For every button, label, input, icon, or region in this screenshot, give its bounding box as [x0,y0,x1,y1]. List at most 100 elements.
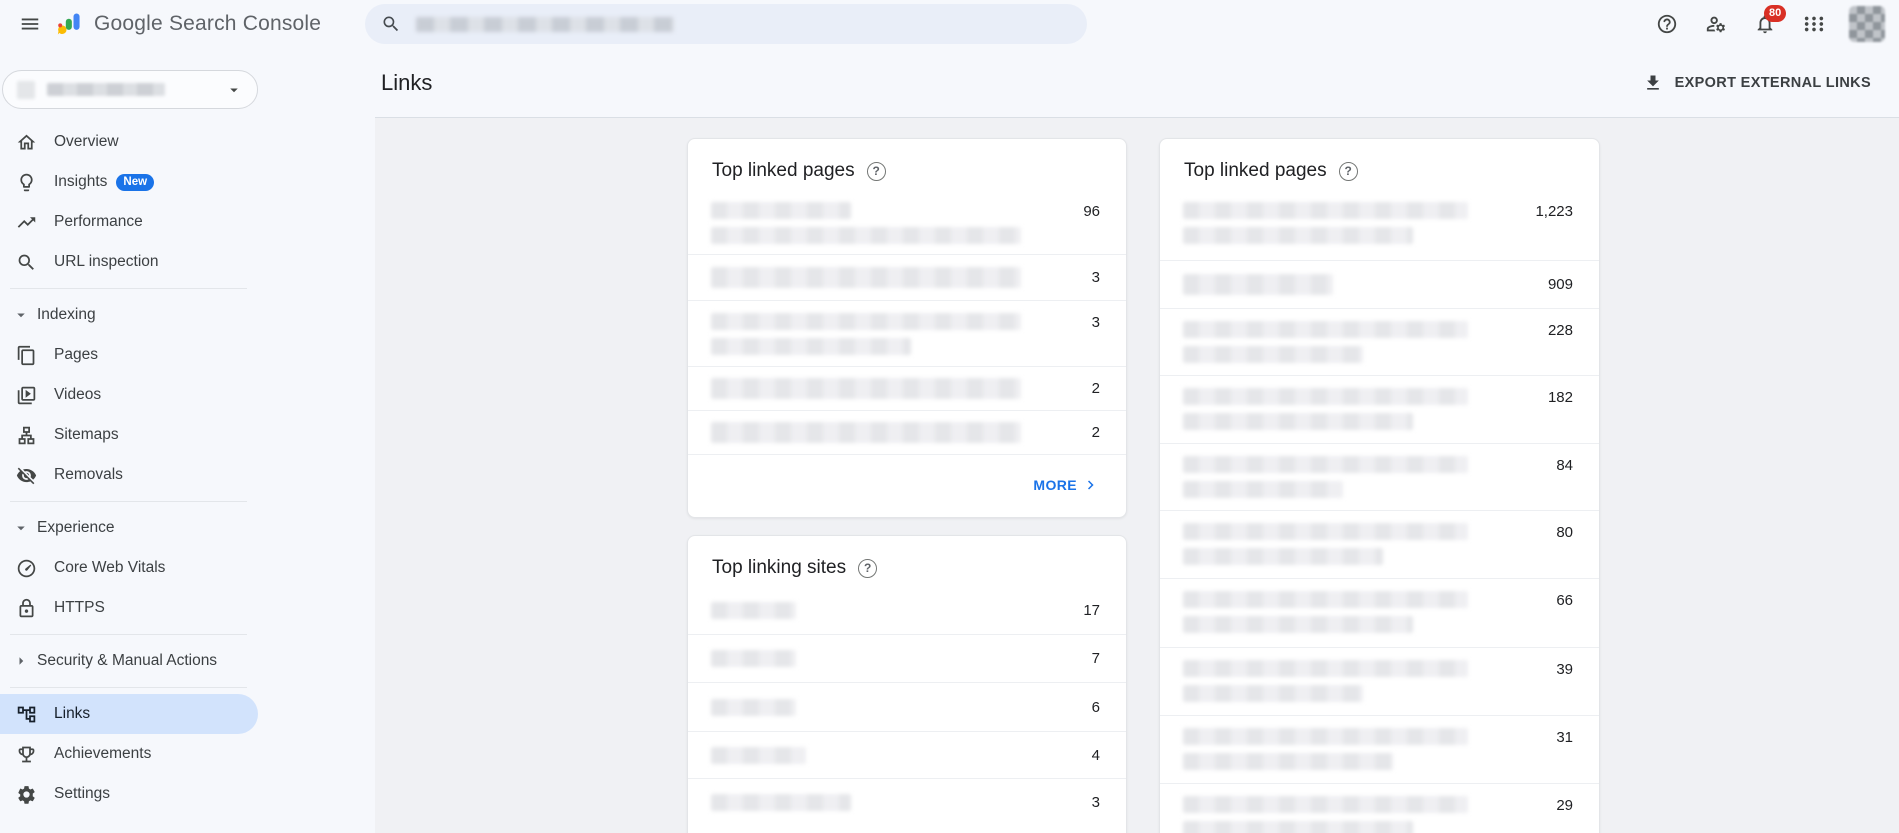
google-apps-button[interactable] [1794,4,1834,44]
sidebar-item-pages[interactable]: Pages [0,335,258,375]
account-avatar[interactable] [1849,6,1885,42]
hamburger-menu-button[interactable] [10,4,50,44]
redacted-url [711,313,1021,330]
redacted-url [1183,821,1413,833]
sidebar-divider [10,501,247,502]
table-row[interactable]: 17 [688,587,1126,634]
link-count: 182 [1547,389,1573,406]
redacted-url [1183,274,1333,295]
table-row[interactable]: 1,223 [1160,190,1599,260]
redacted-url [1183,227,1413,244]
speed-gauge-icon [17,559,36,577]
help-button[interactable] [1647,4,1687,44]
table-row[interactable]: 228 [1160,308,1599,375]
sidebar-section-experience[interactable]: Experience [0,508,258,548]
video-library-icon [17,386,36,404]
table-row[interactable]: 4 [688,731,1126,778]
redacted-property-icon [17,80,35,99]
links-tree-icon [17,706,36,722]
table-row[interactable]: 3 [688,254,1126,300]
sidebar-item-core-web-vitals[interactable]: Core Web Vitals [0,548,258,588]
redacted-url [1183,616,1413,633]
chevron-down-icon [17,313,25,318]
table-row[interactable]: 29 [1160,783,1599,833]
sidebar-section-security-manual-actions[interactable]: Security & Manual Actions [0,641,258,681]
table-row[interactable]: 909 [1160,260,1599,308]
table-row[interactable]: 31 [1160,715,1599,783]
link-count: 17 [1083,602,1100,619]
sidebar-item-settings[interactable]: Settings [0,774,258,814]
trophy-icon [18,746,35,762]
redacted-property-name [47,83,165,96]
redacted-url [1183,685,1363,702]
sidebar-item-videos[interactable]: Videos [0,375,258,415]
redacted-site [711,794,851,811]
card-top-linking-sites: Top linking sites ? 17 7 6 4 3 [687,535,1127,833]
notifications-button[interactable]: 80 [1745,4,1787,44]
lightbulb-icon [20,173,33,191]
top-linking-sites-table: 17 7 6 4 3 [688,587,1126,826]
link-count: 80 [1556,524,1573,541]
main-area: Links EXPORT EXTERNAL LINKS Top linked p… [375,48,1899,833]
user-settings-icon [1706,16,1726,33]
table-row[interactable]: 66 [1160,578,1599,647]
table-row[interactable]: 2 [688,410,1126,454]
table-row[interactable]: 182 [1160,375,1599,443]
link-count: 66 [1556,592,1573,609]
redacted-url [711,378,1021,399]
gsc-logo[interactable]: Google Search Console [56,10,321,38]
link-count: 7 [1091,650,1100,667]
help-icon [1657,14,1677,34]
table-row[interactable]: 6 [688,682,1126,731]
redacted-url [1183,388,1468,405]
sidebar-item-performance[interactable]: Performance [0,202,258,242]
link-count: 1,223 [1535,203,1573,220]
sidebar-item-links[interactable]: Links [0,694,258,734]
property-selector[interactable] [2,70,258,109]
more-button[interactable]: MORE [1023,468,1110,502]
link-count: 2 [1091,424,1100,441]
redacted-url [711,227,1021,244]
link-count: 3 [1091,794,1100,811]
table-row[interactable]: 7 [688,634,1126,682]
card-title: Top linked pages [1184,160,1327,181]
table-row[interactable]: 3 [688,778,1126,826]
lock-icon [19,598,34,617]
sidebar-item-url-inspection[interactable]: URL inspection [0,242,258,282]
help-icon[interactable]: ? [858,558,878,578]
table-row[interactable]: 80 [1160,510,1599,578]
link-count: 6 [1091,698,1100,716]
table-row[interactable]: 39 [1160,647,1599,715]
redacted-url [1183,753,1393,770]
help-icon[interactable]: ? [866,161,886,181]
apps-grid-icon [1804,16,1824,32]
sidebar-divider [10,687,247,688]
table-row[interactable]: 2 [688,366,1126,410]
redacted-url [1183,523,1468,540]
redacted-url [1183,413,1413,430]
help-icon[interactable]: ? [1338,161,1358,181]
sidebar-item-https[interactable]: HTTPS [0,588,258,628]
redacted-site [711,602,796,619]
sidebar-item-removals[interactable]: Removals [0,455,258,495]
redacted-url [711,422,1021,443]
sidebar-section-indexing[interactable]: Indexing [0,295,258,335]
export-external-links-button[interactable]: EXPORT EXTERNAL LINKS [1633,65,1881,101]
redacted-url [1183,456,1468,473]
table-row[interactable]: 84 [1160,443,1599,510]
manage-users-button[interactable] [1696,4,1736,44]
link-count: 84 [1556,457,1573,474]
chevron-right-icon [19,657,24,665]
sidebar-nav: Overview Insights New Performance URL in… [0,122,258,814]
card-title: Top linking sites [712,557,847,578]
sidebar-item-overview[interactable]: Overview [0,122,258,162]
sidebar-item-achievements[interactable]: Achievements [0,734,258,774]
redacted-url [711,267,1021,288]
table-row[interactable]: 96 [688,190,1126,254]
search-input[interactable] [365,4,1088,44]
link-count: 29 [1556,797,1573,814]
sidebar-item-insights[interactable]: Insights New [0,162,258,202]
table-row[interactable]: 3 [688,300,1126,366]
more-row: MORE [688,454,1126,514]
sidebar-item-sitemaps[interactable]: Sitemaps [0,415,258,455]
